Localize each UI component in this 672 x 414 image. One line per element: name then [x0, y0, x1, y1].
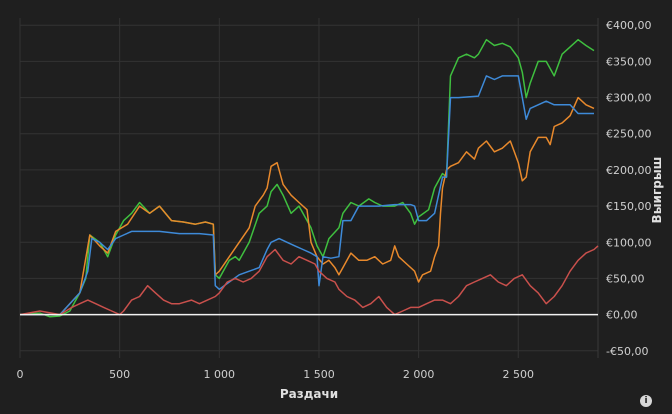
x-axis-title: Раздачи — [280, 387, 338, 401]
x-tick-label: 1 000 — [204, 368, 236, 381]
y-tick-label: €300,00 — [606, 92, 652, 105]
chart: -€50,00 €0,00 €50,00 €100,00 €150,00 €200,00 €… — [17, 18, 664, 401]
tick-layer: -€50,00 €0,00 €50,00 €100,00 €150,00 €200,00 €… — [17, 19, 652, 381]
grid-layer — [19, 18, 599, 358]
y-tick-label: €150,00 — [606, 200, 652, 213]
x-tick-label: 0 — [17, 368, 24, 381]
x-tick-label: 2 000 — [403, 368, 435, 381]
x-tick-label: 2 500 — [503, 368, 535, 381]
info-icon[interactable]: i — [640, 395, 652, 407]
y-tick-label: €250,00 — [606, 128, 652, 141]
x-tick-label: 500 — [109, 368, 130, 381]
y-tick-label: €400,00 — [606, 19, 652, 32]
y-tick-label: -€50,00 — [606, 345, 648, 358]
y-tick-label: €200,00 — [606, 164, 652, 177]
y-tick-label: €50,00 — [606, 272, 645, 285]
y-tick-label: €100,00 — [606, 236, 652, 249]
y-tick-label: €0,00 — [606, 309, 638, 322]
x-tick-label: 1 500 — [303, 368, 335, 381]
series-line-1 — [19, 38, 595, 318]
y-tick-label: €350,00 — [606, 55, 652, 68]
y-axis-title: Выигрыш — [650, 157, 664, 224]
series-layer — [19, 38, 599, 318]
